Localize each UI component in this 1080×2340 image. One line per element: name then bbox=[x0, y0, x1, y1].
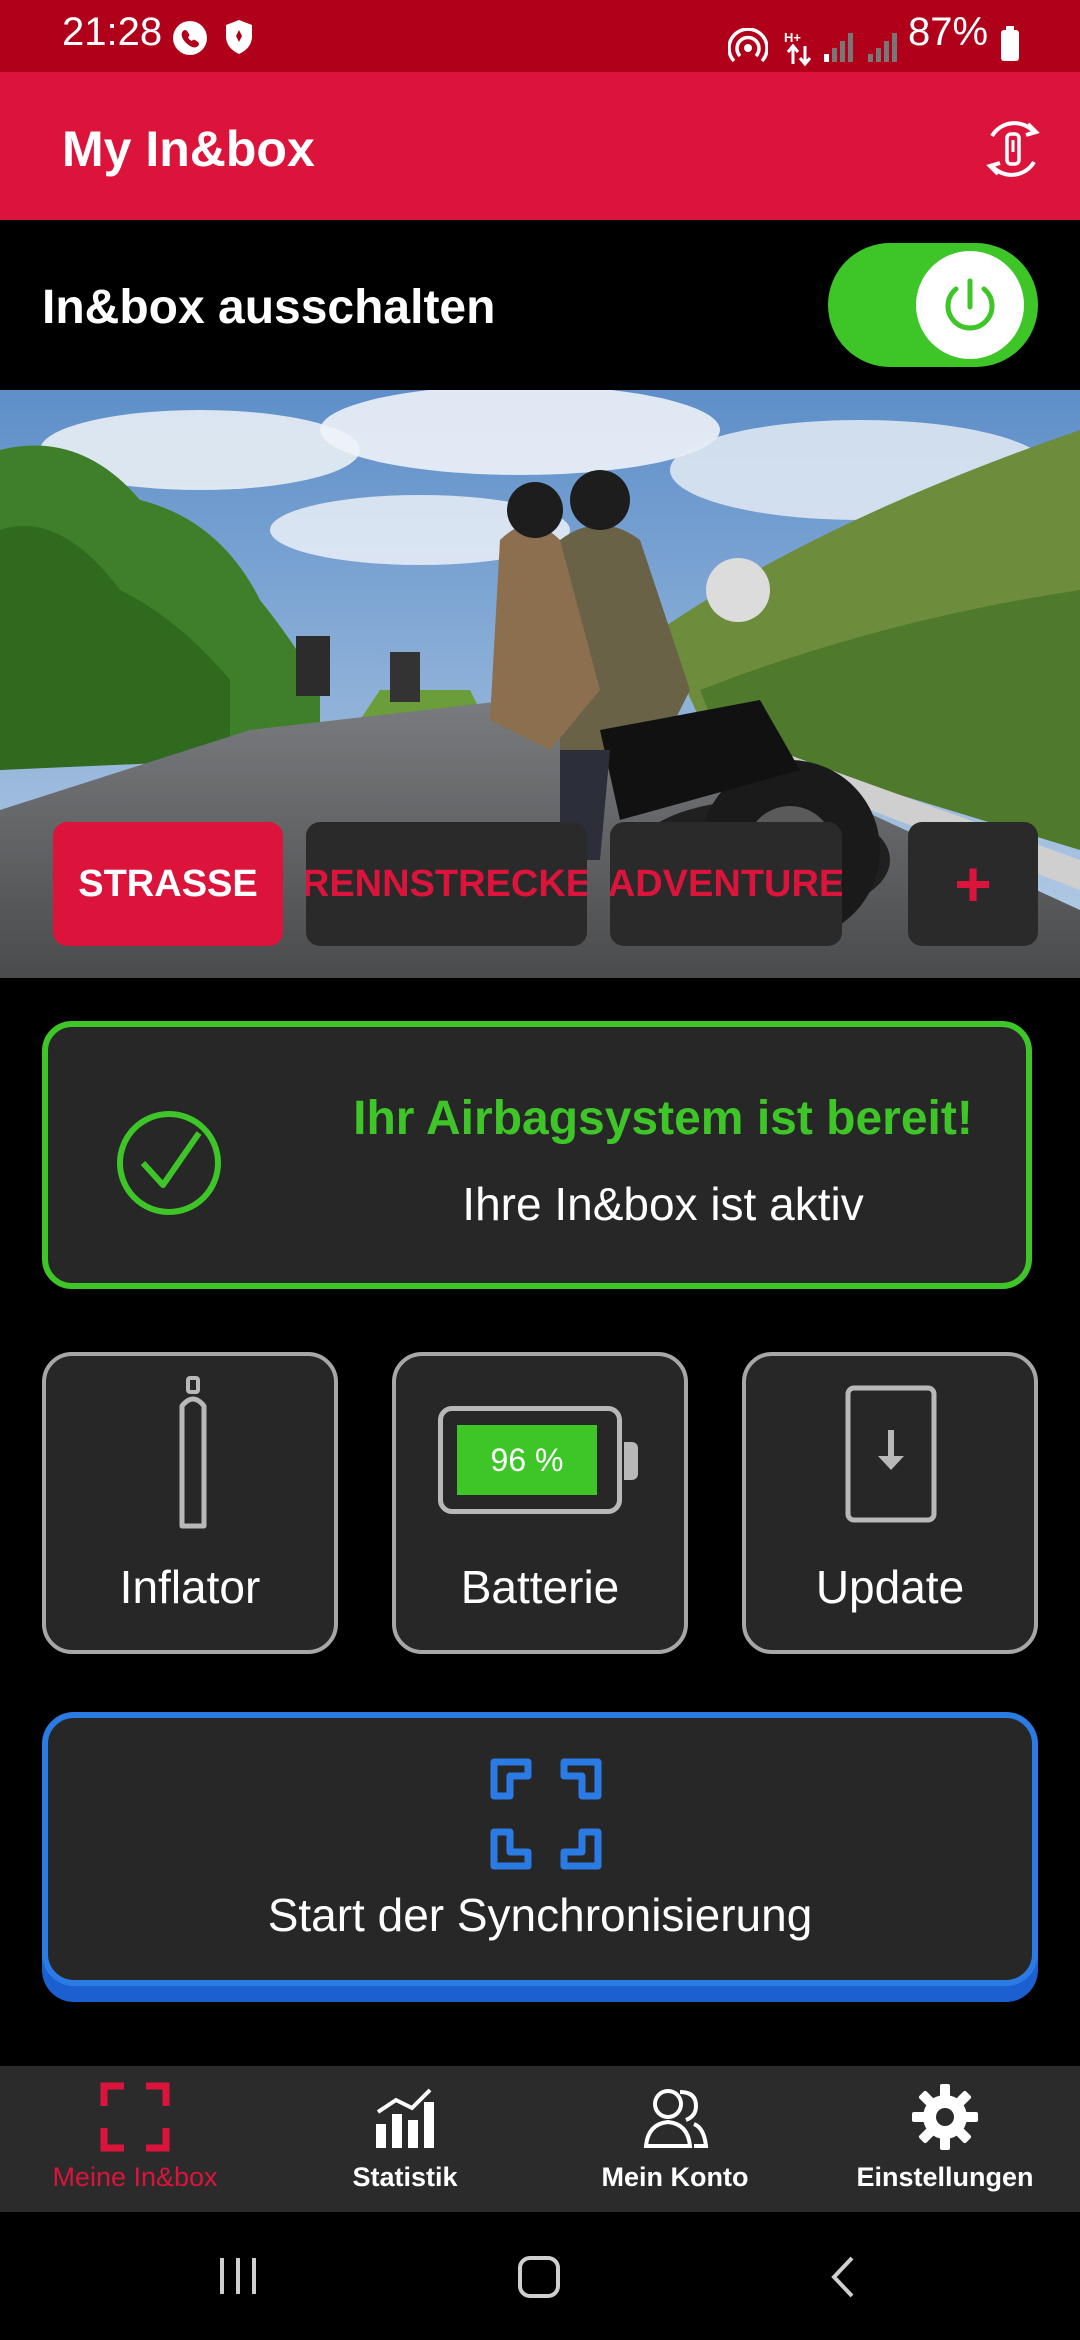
toggle-knob bbox=[916, 251, 1024, 359]
nav-label-statistik: Statistik bbox=[352, 2162, 458, 2192]
nav-einstellungen[interactable]: Einstellungen bbox=[810, 2066, 1080, 2212]
power-icon bbox=[945, 278, 995, 331]
phone-download-icon bbox=[845, 1385, 937, 1523]
gear-icon bbox=[912, 2084, 978, 2150]
add-mode-button[interactable]: + bbox=[908, 822, 1038, 946]
battery-percent-text: 96 % bbox=[490, 1441, 564, 1478]
airbag-status-card: Ihr Airbagsystem ist bereit! Ihre In&box… bbox=[42, 1021, 1032, 1289]
bar-chart-icon bbox=[376, 2088, 434, 2148]
data-arrows-icon: H+ bbox=[784, 30, 812, 67]
back-icon[interactable] bbox=[826, 2254, 860, 2300]
nav-mein-konto[interactable]: Mein Konto bbox=[540, 2066, 810, 2212]
inflator-tile[interactable]: Inflator bbox=[42, 1352, 338, 1654]
device-sync-icon[interactable] bbox=[978, 114, 1048, 184]
shield-icon bbox=[226, 20, 252, 54]
gas-cylinder-icon bbox=[179, 1376, 207, 1529]
nav-label-meine-inbox: Meine In&box bbox=[52, 2162, 218, 2192]
status-title: Ihr Airbagsystem ist bereit! bbox=[353, 1092, 973, 1145]
nav-label-einstellungen: Einstellungen bbox=[856, 2162, 1034, 2192]
battery-icon bbox=[1001, 26, 1019, 61]
recents-icon[interactable] bbox=[216, 2256, 260, 2296]
update-tile[interactable]: Update bbox=[742, 1352, 1038, 1654]
inflator-label: Inflator bbox=[119, 1561, 261, 1613]
svg-text:H+: H+ bbox=[784, 30, 801, 45]
nav-label-mein-konto: Mein Konto bbox=[601, 2162, 749, 2192]
home-icon[interactable] bbox=[516, 2254, 562, 2300]
app-bar: My In&box bbox=[0, 72, 1080, 220]
system-navigation-bar bbox=[0, 2212, 1080, 2340]
toggle-label: In&box ausschalten bbox=[42, 281, 496, 334]
power-toggle[interactable] bbox=[828, 243, 1038, 367]
batterie-label: Batterie bbox=[460, 1561, 620, 1613]
check-circle-icon bbox=[117, 1111, 221, 1215]
battery-level-bar: 96 % bbox=[457, 1425, 597, 1495]
sync-label: Start der Synchronisierung bbox=[267, 1889, 813, 1941]
frame-corners-icon bbox=[100, 2082, 170, 2152]
battery-tip bbox=[624, 1442, 638, 1480]
signal-icon-2 bbox=[868, 33, 897, 62]
batterie-tile[interactable]: 96 % Batterie bbox=[392, 1352, 688, 1654]
app-title: My In&box bbox=[62, 121, 315, 177]
nav-statistik[interactable]: Statistik bbox=[270, 2066, 540, 2212]
signal-icon bbox=[824, 33, 853, 62]
bottom-nav: Meine In&box Statistik Mein Konto Einste… bbox=[0, 2066, 1080, 2212]
phone-call-icon bbox=[173, 21, 207, 55]
users-icon bbox=[643, 2089, 709, 2148]
mode-adventure-button[interactable]: ADVENTURE bbox=[610, 822, 842, 946]
status-time: 21:28 bbox=[62, 10, 163, 54]
hotspot-icon bbox=[728, 28, 768, 63]
battery-icon: 96 % bbox=[438, 1406, 622, 1514]
nav-meine-inbox[interactable]: Meine In&box bbox=[0, 2066, 270, 2212]
status-bar: 21:28 H+ 87% bbox=[0, 0, 1080, 72]
scan-frame-icon bbox=[490, 1758, 602, 1870]
update-label: Update bbox=[815, 1561, 965, 1613]
start-sync-button[interactable]: Start der Synchronisierung bbox=[42, 1712, 1038, 1986]
mode-strasse-button[interactable]: STRASSE bbox=[53, 822, 283, 946]
status-subtitle: Ihre In&box ist aktiv bbox=[462, 1178, 864, 1230]
battery-percent: 87% bbox=[908, 10, 989, 54]
mode-rennstrecke-button[interactable]: RENNSTRECKE bbox=[306, 822, 587, 946]
